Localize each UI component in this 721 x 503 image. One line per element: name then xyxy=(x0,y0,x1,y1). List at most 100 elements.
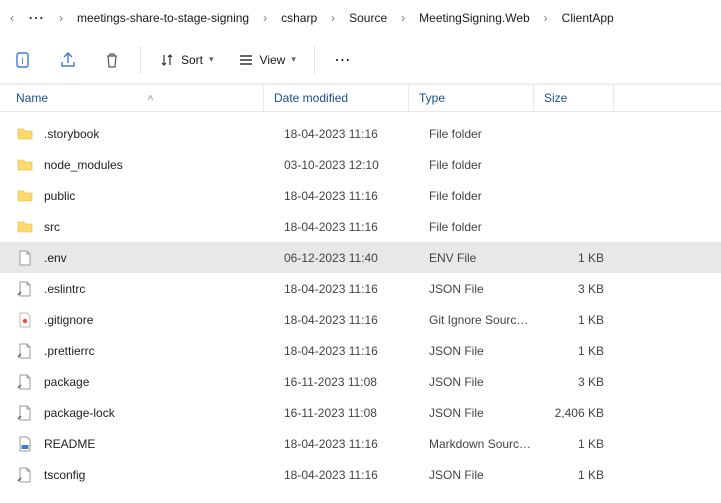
breadcrumb-item[interactable]: meetings-share-to-stage-signing xyxy=(71,7,255,29)
file-date: 18-04-2023 11:16 xyxy=(264,313,409,327)
column-header-name[interactable]: Name ˄ xyxy=(0,85,264,111)
header-label: Name xyxy=(16,91,48,105)
file-name: tsconfig xyxy=(44,468,85,482)
file-size: 1 KB xyxy=(534,313,614,327)
json-icon xyxy=(16,404,34,422)
folder-row[interactable]: node_modules 03-10-2023 12:10File folder xyxy=(0,149,721,180)
sort-button[interactable]: Sort ▾ xyxy=(149,40,224,80)
file-size: 1 KB xyxy=(534,437,614,451)
file-date: 18-04-2023 11:16 xyxy=(264,189,409,203)
file-type: ENV File xyxy=(409,251,534,265)
file-name: .storybook xyxy=(44,127,99,141)
header-label: Size xyxy=(544,91,567,105)
file-type: Git Ignore Source ... xyxy=(409,313,534,327)
json-icon xyxy=(16,466,34,484)
folder-icon xyxy=(16,187,34,205)
rename-button[interactable]: I xyxy=(4,40,44,80)
file-size: 1 KB xyxy=(534,468,614,482)
file-row[interactable]: .eslintrc18-04-2023 11:16JSON File3 KB xyxy=(0,273,721,304)
folder-icon xyxy=(16,218,34,236)
view-icon xyxy=(238,52,254,68)
column-header-type[interactable]: Type xyxy=(409,85,534,111)
header-label: Type xyxy=(419,91,445,105)
git-icon xyxy=(16,311,34,329)
chevron-right-icon[interactable]: › xyxy=(261,11,269,25)
folder-icon xyxy=(16,125,34,143)
folder-icon xyxy=(16,156,34,174)
file-size: 1 KB xyxy=(534,251,614,265)
file-row[interactable]: tsconfig 18-04-2023 11:16JSON File1 KB xyxy=(0,459,721,490)
separator xyxy=(140,46,141,74)
breadcrumb-item[interactable]: MeetingSigning.Web xyxy=(413,7,536,29)
file-icon xyxy=(16,249,34,267)
file-type: File folder xyxy=(409,127,534,141)
file-name: .env xyxy=(44,251,67,265)
breadcrumb-item[interactable]: Source xyxy=(343,7,393,29)
folder-row[interactable]: src18-04-2023 11:16File folder xyxy=(0,211,721,242)
json-icon xyxy=(16,280,34,298)
file-size: 3 KB xyxy=(534,282,614,296)
delete-button[interactable] xyxy=(92,40,132,80)
file-date: 18-04-2023 11:16 xyxy=(264,220,409,234)
svg-text:I: I xyxy=(21,56,24,66)
file-date: 18-04-2023 11:16 xyxy=(264,468,409,482)
file-size: 1 KB xyxy=(534,344,614,358)
file-row[interactable]: README 18-04-2023 11:16Markdown Source...… xyxy=(0,428,721,459)
file-name: .gitignore xyxy=(44,313,93,327)
sort-label: Sort xyxy=(181,53,203,67)
toolbar: I Sort ▾ View ▾ ⋯ xyxy=(0,36,721,84)
file-size: 2,406 KB xyxy=(534,406,614,420)
file-type: File folder xyxy=(409,158,534,172)
file-type: File folder xyxy=(409,189,534,203)
file-row[interactable]: package16-11-2023 11:08JSON File3 KB xyxy=(0,366,721,397)
share-button[interactable] xyxy=(48,40,88,80)
more-button[interactable]: ⋯ xyxy=(323,40,363,80)
json-icon xyxy=(16,342,34,360)
file-size: 3 KB xyxy=(534,375,614,389)
sort-indicator-icon: ˄ xyxy=(48,93,253,104)
file-list: .storybook18-04-2023 11:16File foldernod… xyxy=(0,112,721,490)
folder-row[interactable]: .storybook 18-04-2023 11:16File folder xyxy=(0,118,721,149)
file-name: node_modules xyxy=(44,158,123,172)
file-row[interactable]: package-lock16-11-2023 11:08JSON File2,4… xyxy=(0,397,721,428)
breadcrumb-item[interactable]: csharp xyxy=(275,7,323,29)
separator xyxy=(314,46,315,74)
file-date: 18-04-2023 11:16 xyxy=(264,344,409,358)
chevron-right-icon[interactable]: › xyxy=(57,11,65,25)
breadcrumb-item[interactable]: ClientApp xyxy=(556,7,620,29)
view-button[interactable]: View ▾ xyxy=(228,40,306,80)
file-name: .eslintrc xyxy=(44,282,85,296)
chevron-right-icon[interactable]: › xyxy=(329,11,337,25)
file-name: README xyxy=(44,437,95,451)
sort-icon xyxy=(159,52,175,68)
file-type: JSON File xyxy=(409,344,534,358)
file-date: 18-04-2023 11:16 xyxy=(264,437,409,451)
chevron-right-icon[interactable]: › xyxy=(399,11,407,25)
chevron-down-icon: ▾ xyxy=(291,54,296,65)
file-date: 03-10-2023 12:10 xyxy=(264,158,409,172)
breadcrumb-overflow[interactable]: ⋯ xyxy=(22,8,51,28)
column-headers: Name ˄ Date modified Type Size xyxy=(0,84,721,112)
chevron-down-icon: ▾ xyxy=(209,54,214,65)
file-date: 16-11-2023 11:08 xyxy=(264,375,409,389)
file-type: JSON File xyxy=(409,406,534,420)
chevron-right-icon[interactable]: › xyxy=(542,11,550,25)
file-row[interactable]: .gitignore 18-04-2023 11:16Git Ignore Sou… xyxy=(0,304,721,335)
file-date: 18-04-2023 11:16 xyxy=(264,127,409,141)
ellipsis-icon: ⋯ xyxy=(328,50,357,70)
file-type: Markdown Source... xyxy=(409,437,534,451)
file-type: JSON File xyxy=(409,468,534,482)
file-date: 18-04-2023 11:16 xyxy=(264,282,409,296)
file-type: File folder xyxy=(409,220,534,234)
column-header-size[interactable]: Size xyxy=(534,85,614,111)
column-header-date[interactable]: Date modified xyxy=(264,85,409,111)
file-name: public xyxy=(44,189,75,203)
file-name: .prettierrc xyxy=(44,344,95,358)
file-row[interactable]: .env06-12-2023 11:40ENV File1 KB xyxy=(0,242,721,273)
file-row[interactable]: .prettierrc 18-04-2023 11:16JSON File1 KB xyxy=(0,335,721,366)
breadcrumb: ‹ ⋯ › meetings-share-to-stage-signing › … xyxy=(0,0,721,36)
file-date: 16-11-2023 11:08 xyxy=(264,406,409,420)
header-label: Date modified xyxy=(274,91,348,105)
folder-row[interactable]: public 18-04-2023 11:16File folder xyxy=(0,180,721,211)
chevron-left-icon[interactable]: ‹ xyxy=(8,11,16,25)
